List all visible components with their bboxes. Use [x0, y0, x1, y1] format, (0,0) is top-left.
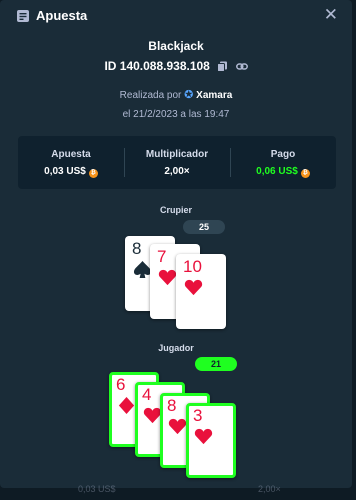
bet-id-row: ID 140.088.938.108: [0, 59, 352, 73]
dealer-score-badge: 25: [183, 220, 225, 234]
card-rank: 4: [142, 385, 152, 404]
heart-suit-icon: [168, 418, 187, 435]
receipt-icon: [17, 10, 29, 22]
card-rank: 3: [193, 406, 203, 425]
stat-payout-label: Pago: [270, 149, 296, 160]
modal-header: Apuesta ✕: [0, 0, 352, 32]
card-rank: 6: [116, 375, 126, 394]
game-title: Blackjack: [148, 39, 204, 53]
bet-date: el 21/2/2023 a las 19:47: [122, 109, 230, 120]
card-rank: 10: [183, 257, 202, 276]
dealer-card: 10: [176, 254, 226, 329]
bitcoin-icon: ₿: [300, 169, 310, 178]
stats-panel: Apuesta 0,03 US$ ₿ Multiplicador 2,00× Pa…: [18, 136, 336, 189]
heart-suit-icon: [158, 269, 177, 286]
made-by-label: Realizada por: [119, 90, 182, 101]
stat-bet-value: 0,03 US$: [44, 166, 86, 177]
card-rank: 7: [157, 247, 167, 266]
dealer-label: Crupier: [159, 205, 192, 215]
background-multiplier: 2,00×: [258, 484, 281, 494]
card-rank: 8: [167, 396, 177, 415]
made-by-row: Realizada por ✪ Xamara: [0, 88, 352, 101]
stat-payout-value: 0,06 US$: [256, 166, 298, 177]
bitcoin-icon: ₿: [88, 169, 98, 178]
bet-modal: Apuesta ✕ Blackjack ID 140.088.938.108 R…: [0, 0, 352, 488]
vip-star-icon: ✪: [184, 89, 194, 101]
stat-payout-value-row: 0,06 US$ ₿: [230, 166, 336, 178]
bet-id: ID 140.088.938.108: [104, 59, 210, 73]
stat-bet: Apuesta 0,03 US$ ₿: [18, 136, 124, 189]
username[interactable]: Xamara: [196, 90, 232, 101]
stat-multiplier-value: 2,00×: [164, 166, 190, 177]
diamond-suit-icon: [118, 396, 135, 415]
stat-multiplier-label: Multiplicador: [145, 149, 209, 160]
stat-bet-value-row: 0,03 US$ ₿: [18, 166, 124, 178]
player-label: Jugador: [158, 343, 194, 353]
player-score-badge: 21: [195, 357, 237, 371]
link-icon[interactable]: [235, 61, 248, 72]
stat-bet-label: Apuesta: [51, 149, 91, 160]
modal-title: Apuesta: [36, 8, 88, 23]
close-icon[interactable]: ✕: [324, 5, 338, 25]
background-bet-amount: 0,03 US$: [78, 484, 116, 494]
player-card: 3: [186, 403, 236, 478]
heart-suit-icon: [184, 279, 203, 296]
stat-payout: Pago 0,06 US$ ₿: [230, 136, 336, 189]
stat-multiplier: Multiplicador 2,00×: [124, 136, 230, 189]
heart-suit-icon: [194, 428, 213, 445]
copy-icon[interactable]: [217, 61, 228, 72]
card-rank: 8: [132, 239, 142, 258]
